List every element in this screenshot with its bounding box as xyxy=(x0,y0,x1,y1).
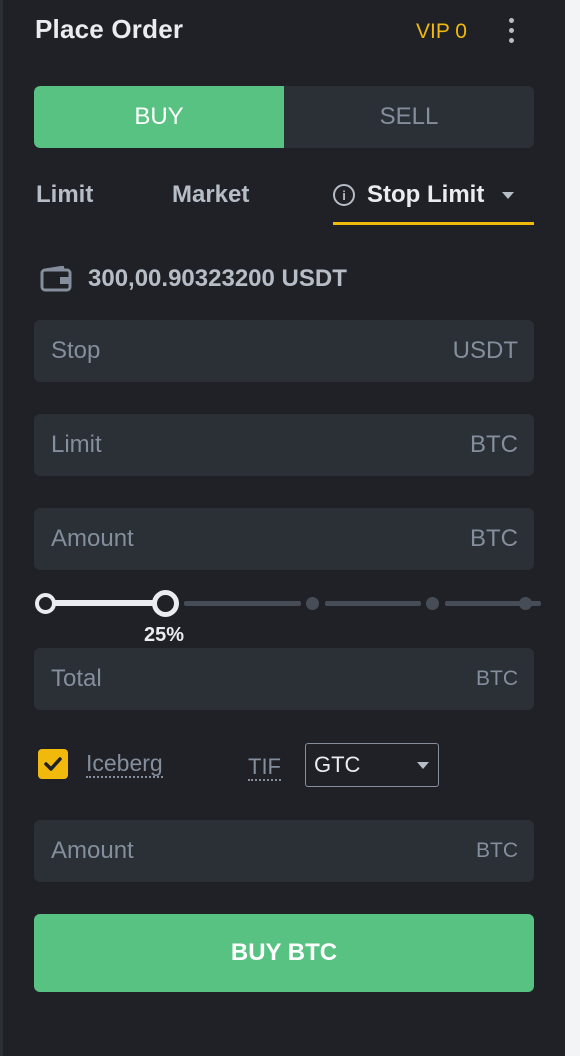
tif-value: GTC xyxy=(314,752,361,777)
slider-fill xyxy=(44,600,169,606)
order-panel: Place Order VIP 0 BUY SELL Limit Market … xyxy=(3,0,565,1056)
amount-field[interactable]: Amount BTC xyxy=(34,508,534,570)
iceberg-amount-placeholder: Amount xyxy=(51,837,134,864)
stop-price-field[interactable]: Stop USDT xyxy=(34,320,534,382)
slider-track-segment xyxy=(184,601,301,606)
amount-percent-slider[interactable] xyxy=(34,588,541,618)
tab-stop-limit-label: Stop Limit xyxy=(367,181,485,208)
tab-stop-limit[interactable]: i Stop Limit xyxy=(333,181,515,209)
chevron-down-icon xyxy=(417,762,429,769)
slider-percent-label: 25% xyxy=(144,624,185,646)
slider-track-segment xyxy=(325,601,421,606)
iceberg-amount-field[interactable]: Amount BTC xyxy=(34,820,534,882)
limit-price-placeholder: Limit xyxy=(51,431,102,458)
total-field[interactable]: Total BTC xyxy=(34,648,534,710)
slider-stop-50[interactable] xyxy=(306,597,319,610)
slider-stop-100[interactable] xyxy=(519,597,532,610)
checkmark-icon xyxy=(44,757,62,771)
total-placeholder: Total xyxy=(51,665,102,692)
panel-title: Place Order xyxy=(35,14,184,44)
chevron-down-icon[interactable] xyxy=(502,191,515,199)
total-unit: BTC xyxy=(476,667,518,690)
balance-value: 300,00.90323200 USDT xyxy=(88,265,347,292)
amount-unit: BTC xyxy=(470,525,518,552)
limit-price-unit: BTC xyxy=(470,431,518,458)
more-options-icon[interactable] xyxy=(503,18,519,48)
limit-price-field[interactable]: Limit BTC xyxy=(34,414,534,476)
active-tab-indicator xyxy=(333,222,534,225)
amount-placeholder: Amount xyxy=(51,525,134,552)
slider-handle[interactable] xyxy=(152,590,179,617)
buy-tab[interactable]: BUY xyxy=(34,86,284,148)
slider-stop-0[interactable] xyxy=(35,593,56,614)
buy-btc-button[interactable]: BUY BTC xyxy=(34,914,534,992)
tif-select[interactable]: GTC xyxy=(305,743,439,787)
info-icon[interactable]: i xyxy=(333,184,355,206)
tab-limit[interactable]: Limit xyxy=(36,181,93,209)
slider-stop-75[interactable] xyxy=(426,597,439,610)
iceberg-amount-unit: BTC xyxy=(476,839,518,862)
iceberg-checkbox[interactable] xyxy=(38,749,68,779)
stop-price-unit: USDT xyxy=(452,337,518,364)
wallet-icon xyxy=(40,265,72,292)
iceberg-label[interactable]: Iceberg xyxy=(86,750,163,778)
tab-market[interactable]: Market xyxy=(172,181,249,209)
vip-level-link[interactable]: VIP 0 xyxy=(416,20,467,44)
tif-label[interactable]: TIF xyxy=(248,755,281,781)
buy-sell-toggle: BUY SELL xyxy=(34,86,534,148)
order-options: Iceberg TIF GTC xyxy=(38,743,538,787)
sell-tab[interactable]: SELL xyxy=(284,86,534,148)
scrollbar-track[interactable] xyxy=(565,0,580,1056)
available-balance: 300,00.90323200 USDT xyxy=(40,265,347,293)
stop-price-placeholder: Stop xyxy=(51,337,101,364)
